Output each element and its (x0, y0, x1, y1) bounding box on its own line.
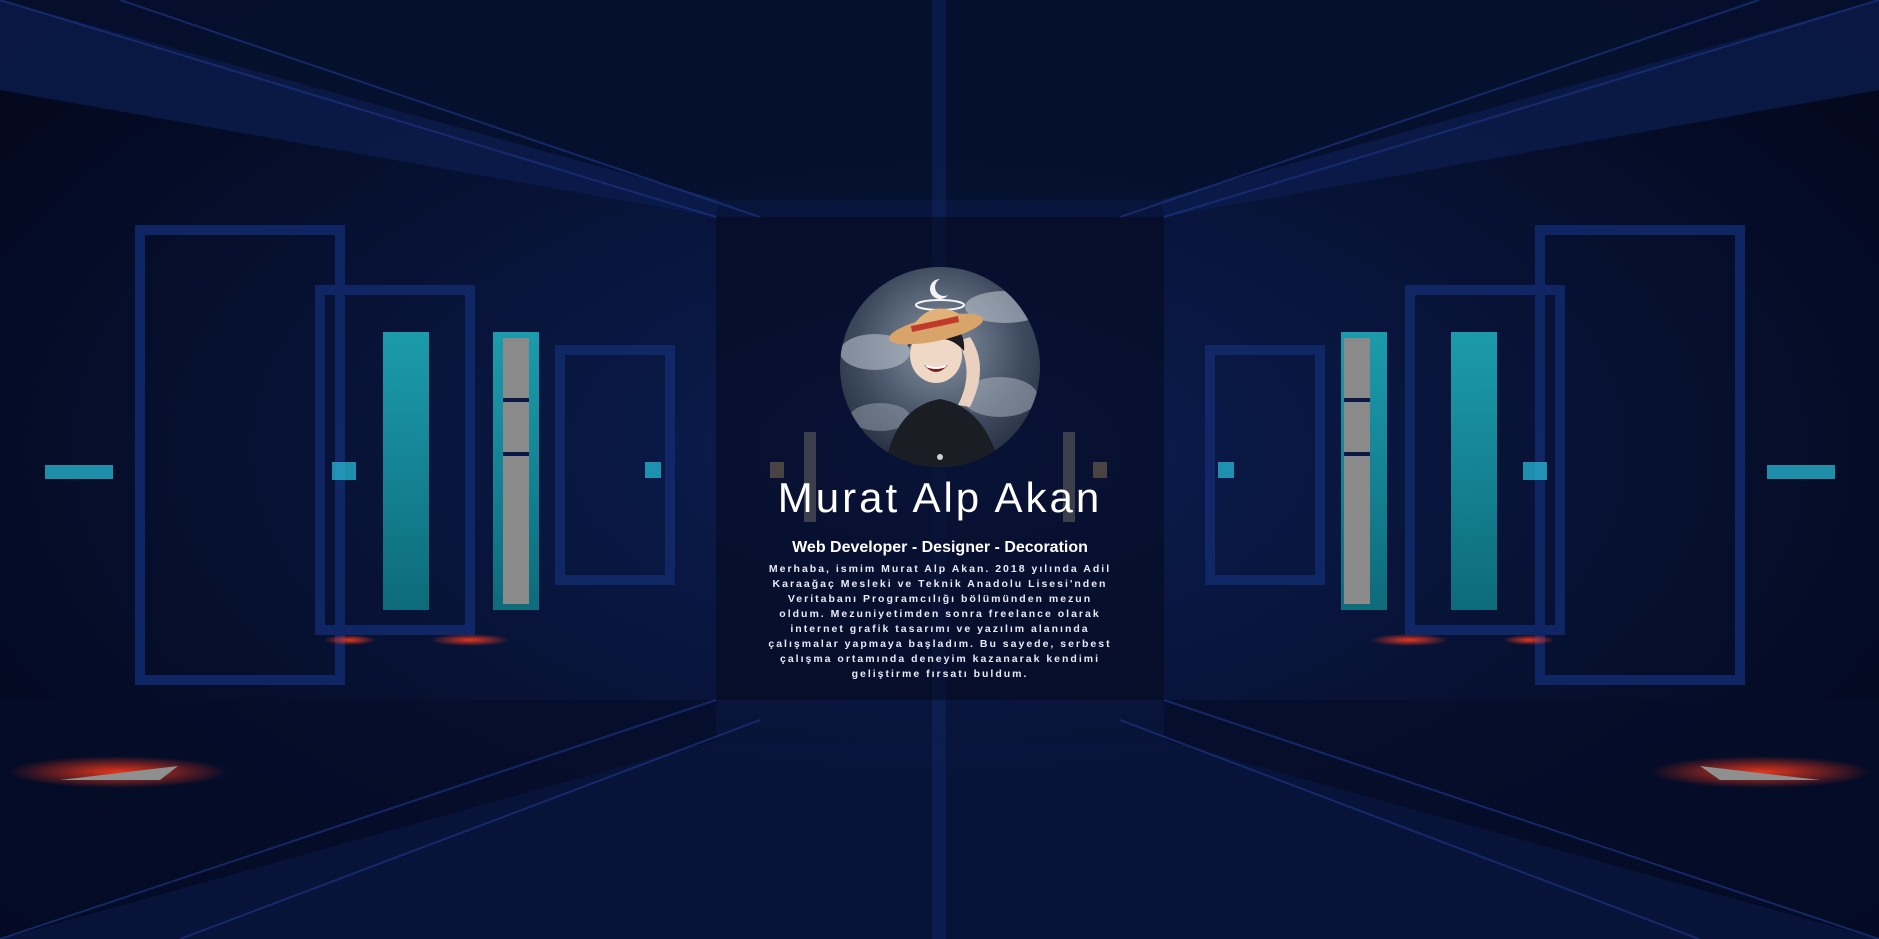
profile-bio: Merhaba, ismim Murat Alp Akan. 2018 yılı… (768, 563, 1112, 680)
profile-name: Murat Alp Akan (777, 474, 1103, 521)
profile-tagline: Web Developer - Designer - Decoration (792, 539, 1088, 556)
hero-background: Murat Alp Akan Web Developer - Designer … (0, 0, 1879, 939)
avatar (840, 267, 1040, 467)
avatar-anime-character-icon (840, 267, 1040, 467)
